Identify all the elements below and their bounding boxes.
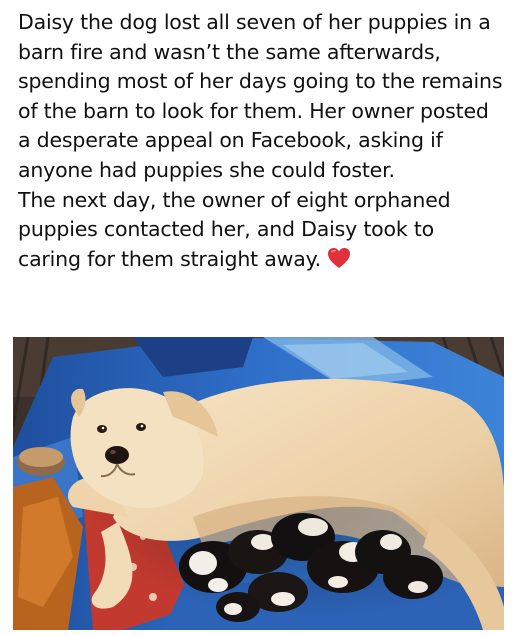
dog-with-puppies-photo bbox=[13, 337, 504, 630]
caption-paragraph-2-text: The next day, the owner of eight orphane… bbox=[18, 187, 451, 271]
post-caption: Daisy the dog lost all seven of her pupp… bbox=[18, 8, 503, 274]
red-heart-icon bbox=[327, 247, 351, 269]
caption-paragraph-1: Daisy the dog lost all seven of her pupp… bbox=[18, 10, 503, 182]
post-photo bbox=[13, 337, 504, 630]
post-card: Daisy the dog lost all seven of her pupp… bbox=[0, 0, 513, 636]
caption-paragraph-2: The next day, the owner of eight orphane… bbox=[18, 186, 503, 275]
